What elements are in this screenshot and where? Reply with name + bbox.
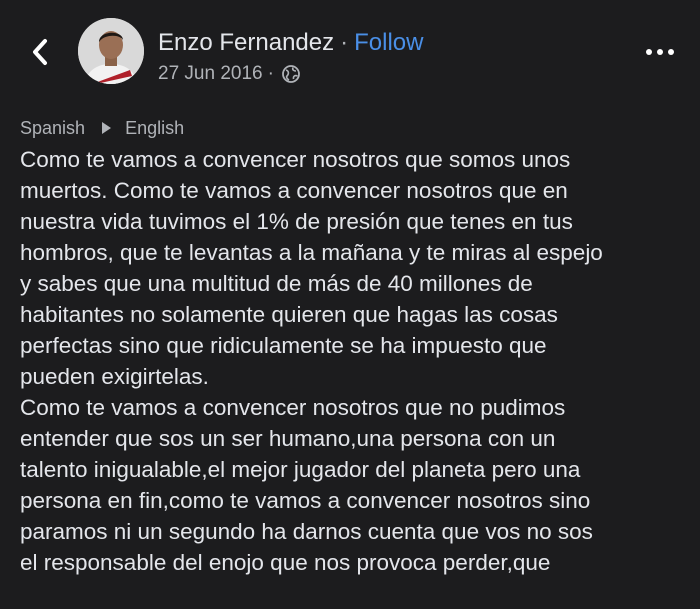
back-button[interactable] (22, 32, 58, 72)
play-arrow-icon (99, 121, 113, 135)
more-horizontal-icon (646, 49, 674, 55)
post-header: Enzo Fernandez · Follow 27 Jun 2016 · (0, 0, 700, 100)
meta-separator: · (267, 63, 274, 84)
name-separator: · (340, 29, 349, 56)
post-body-text: Como te vamos a convencer nosotros que s… (20, 147, 603, 575)
chevron-left-icon (33, 39, 47, 65)
more-options-button[interactable] (640, 40, 680, 64)
avatar[interactable] (78, 18, 144, 84)
source-language: Spanish (20, 118, 86, 138)
globe-icon (281, 64, 301, 84)
post-meta: 27 Jun 2016 · (158, 62, 301, 86)
author-line: Enzo Fernandez · Follow (158, 28, 423, 58)
target-language: English (125, 118, 185, 138)
translation-bar[interactable]: Spanish English (20, 117, 184, 139)
follow-button[interactable]: Follow (354, 29, 423, 56)
post-date[interactable]: 27 Jun 2016 (158, 62, 263, 86)
author-name[interactable]: Enzo Fernandez (158, 29, 334, 56)
